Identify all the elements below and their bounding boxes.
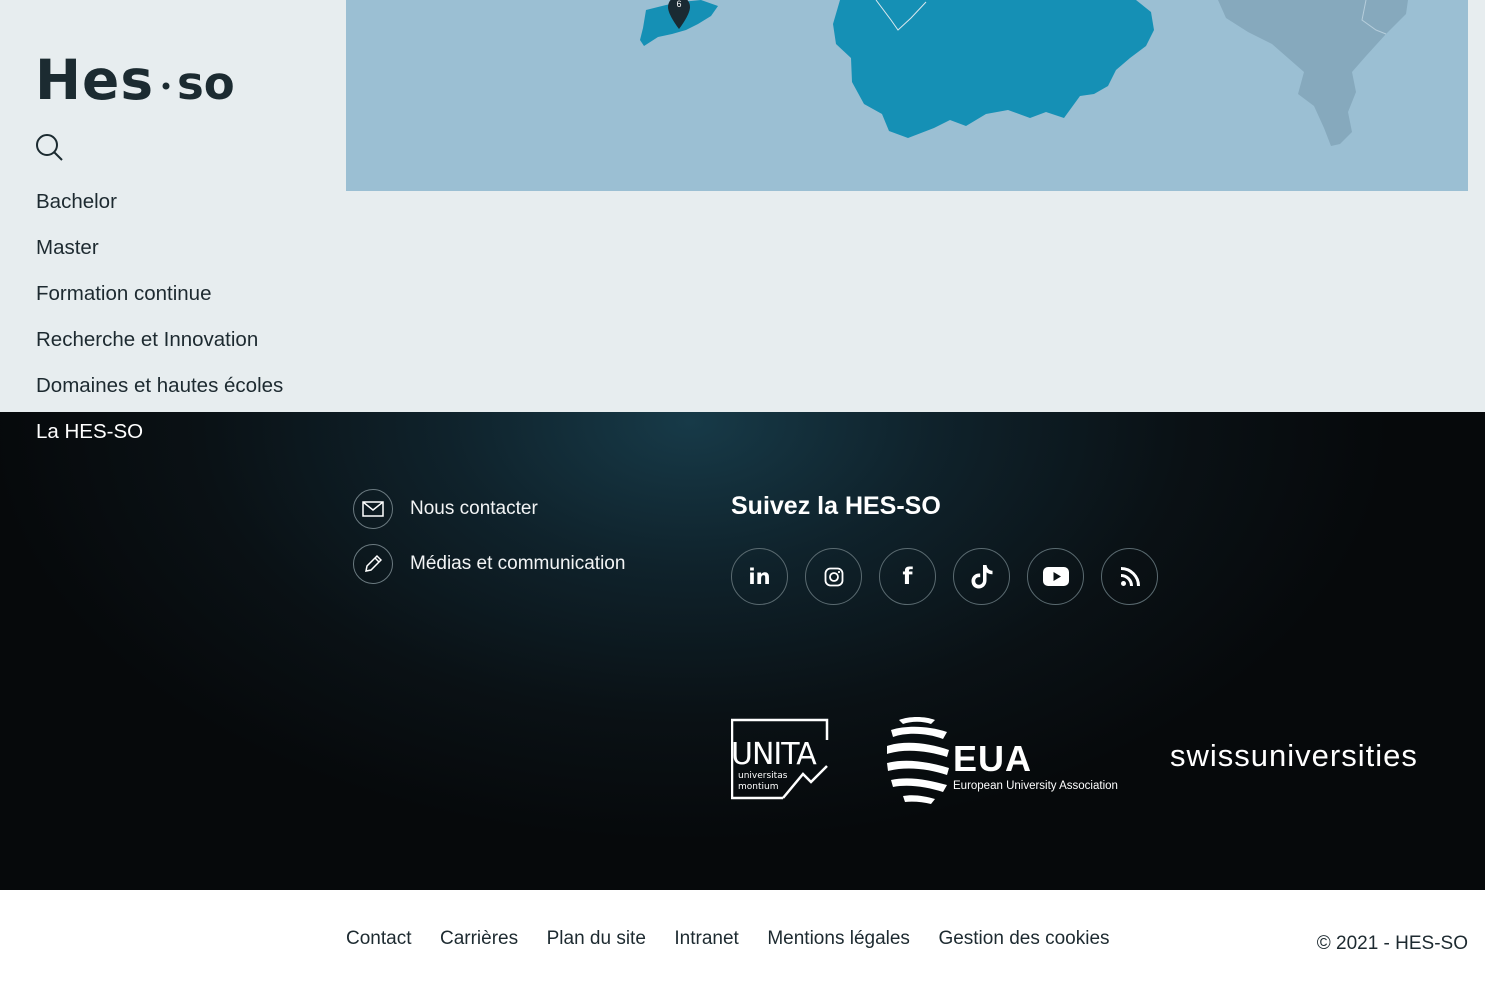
search-button[interactable] [35, 133, 65, 163]
bottom-bar: Contact Carrières Plan du site Intranet … [0, 890, 1485, 990]
rss-link[interactable] [1101, 548, 1158, 605]
main-navigation: Bachelor Master Formation continue Reche… [36, 186, 283, 462]
facebook-icon: f [902, 563, 913, 590]
bottom-link-carrieres[interactable]: Carrières [440, 928, 518, 950]
map-marker[interactable]: 6 [668, 0, 690, 30]
search-icon [36, 134, 63, 161]
nav-item-recherche-innovation[interactable]: Recherche et Innovation [36, 324, 283, 370]
map[interactable]: 6 [346, 0, 1468, 191]
sidebar: Hes so Bachelor Master Formation continu… [0, 0, 330, 460]
tiktok-icon [971, 564, 992, 588]
bottom-link-gestion-cookies[interactable]: Gestion des cookies [938, 928, 1109, 950]
eua-logo[interactable]: EUA European University Association [885, 716, 1120, 806]
eua-globe-icon [887, 717, 949, 804]
footer [0, 412, 1485, 890]
contact-link-label: Nous contacter [410, 498, 538, 519]
linkedin-link[interactable]: in [731, 548, 788, 605]
nav-item-bachelor[interactable]: Bachelor [36, 186, 283, 232]
bottom-link-intranet[interactable]: Intranet [674, 928, 738, 950]
map-region-main[interactable] [833, 0, 1154, 138]
logo-text-right: so [177, 57, 235, 108]
copyright: © 2021 - HES-SO [1316, 933, 1468, 954]
map-marker-count: 6 [676, 0, 682, 9]
nav-item-domaines-hautes-ecoles[interactable]: Domaines et hautes écoles [36, 370, 283, 416]
unita-subtitle-2: montium [738, 782, 778, 792]
logo-dot [162, 82, 170, 90]
nav-item-master[interactable]: Master [36, 232, 283, 278]
unita-title: UNITA [731, 737, 817, 772]
youtube-icon [1042, 567, 1069, 586]
tiktok-link[interactable] [953, 548, 1010, 605]
follow-title: Suivez la HES-SO [731, 492, 941, 520]
unita-logo[interactable]: UNITA universitas montium [730, 718, 831, 802]
bottom-link-contact[interactable]: Contact [346, 928, 411, 950]
map-region-ticino[interactable] [1218, 0, 1408, 146]
nav-item-formation-continue[interactable]: Formation continue [36, 278, 283, 324]
bottom-link-plan-du-site[interactable]: Plan du site [547, 928, 646, 950]
social-links: in f [731, 548, 1175, 605]
swissuniversities-logo[interactable]: swissuniversities [1170, 738, 1418, 774]
facebook-link[interactable]: f [879, 548, 936, 605]
linkedin-icon: in [748, 564, 771, 589]
envelope-icon [353, 489, 393, 529]
eua-subtitle: European University Association [953, 780, 1118, 792]
bottom-link-mentions-legales[interactable]: Mentions légales [767, 928, 910, 950]
youtube-link[interactable] [1027, 548, 1084, 605]
media-link-label: Médias et communication [410, 553, 626, 574]
hes-so-logo[interactable]: Hes so [35, 48, 250, 112]
logo-text-left: Hes [35, 52, 154, 108]
pencil-icon [353, 544, 393, 584]
unita-subtitle-1: universitas [738, 771, 788, 781]
instagram-icon [824, 567, 843, 586]
nav-item-la-hes-so[interactable]: La HES-SO [36, 416, 283, 462]
instagram-link[interactable] [805, 548, 862, 605]
bottom-links: Contact Carrières Plan du site Intranet … [346, 928, 1138, 950]
media-link[interactable]: Médias et communication [353, 544, 625, 584]
rss-icon [1120, 566, 1140, 586]
eua-title: EUA [953, 738, 1033, 779]
contact-link[interactable]: Nous contacter [353, 489, 538, 529]
